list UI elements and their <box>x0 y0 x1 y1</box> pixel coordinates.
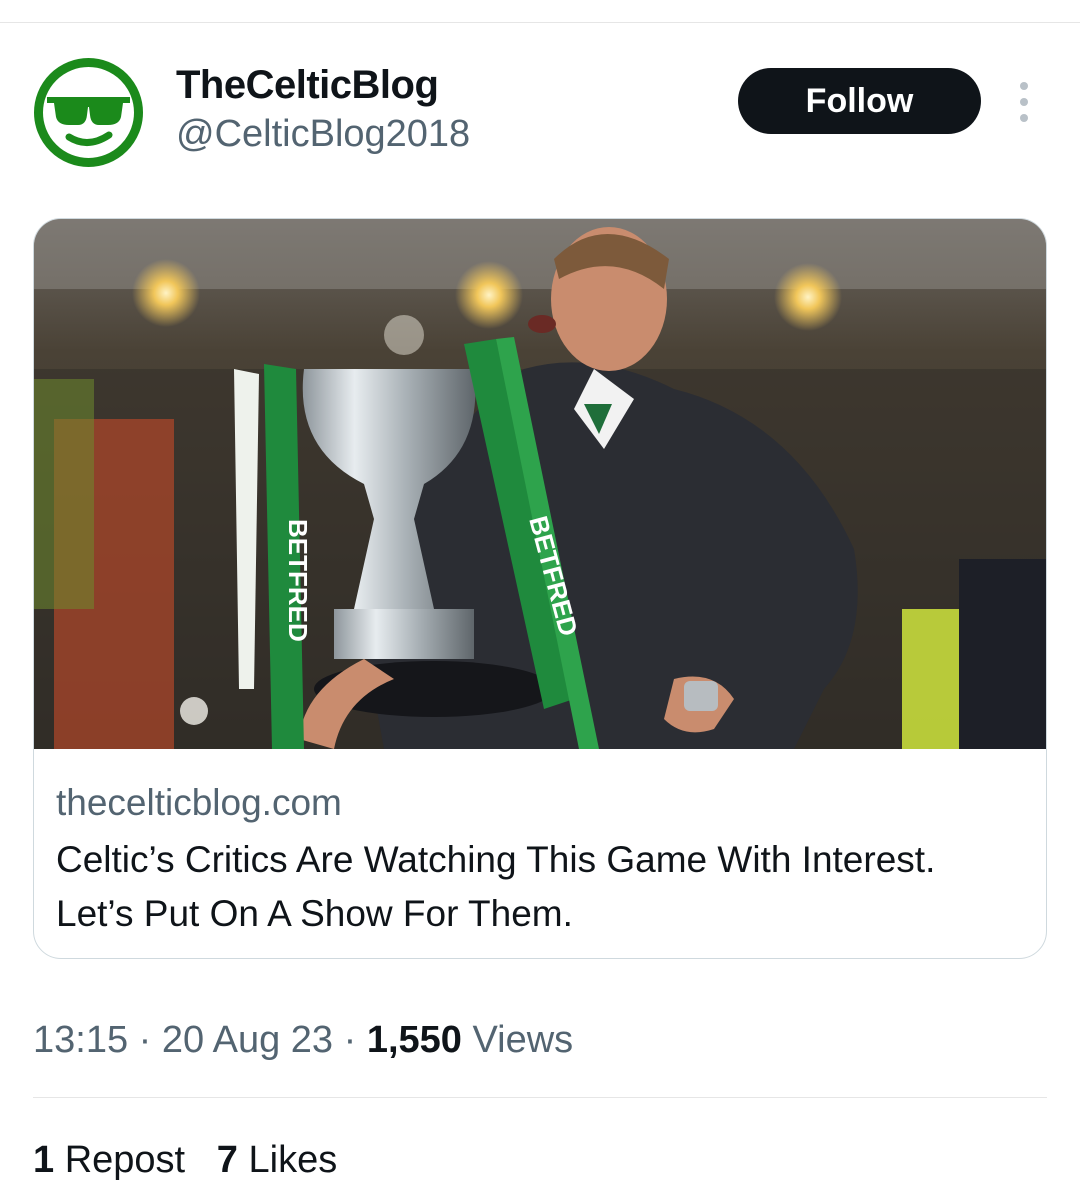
more-vertical-icon[interactable] <box>1012 82 1036 122</box>
top-divider <box>0 22 1080 23</box>
likes-count[interactable]: 7 <box>217 1139 238 1181</box>
meta-divider <box>33 1097 1047 1098</box>
card-domain[interactable]: thecelticblog.com <box>56 781 342 825</box>
follow-button[interactable]: Follow <box>738 68 981 134</box>
reposts-label[interactable]: Repost <box>65 1139 185 1181</box>
engagement-stats[interactable]: 1 Repost 7 Likes <box>33 1136 337 1184</box>
views-label: Views <box>472 1019 574 1061</box>
meta-separator: · <box>343 1019 357 1061</box>
avatar[interactable] <box>33 57 144 168</box>
link-card[interactable]: BETFRED BETFRED thecelticblog.com Celtic… <box>33 218 1047 959</box>
tweet-time[interactable]: 13:15 <box>33 1019 128 1061</box>
likes-label[interactable]: Likes <box>249 1139 338 1181</box>
reposts-count[interactable]: 1 <box>33 1139 54 1181</box>
card-image[interactable]: BETFRED BETFRED <box>34 219 1046 749</box>
meta-separator: · <box>138 1019 152 1061</box>
sunglasses-smiley-icon <box>34 58 143 167</box>
tweet-date[interactable]: 20 Aug 23 <box>162 1019 333 1061</box>
views-count: 1,550 <box>366 1019 462 1061</box>
card-title[interactable]: Celtic’s Critics Are Watching This Game … <box>56 833 1016 941</box>
tweet-meta: 13:15 · 20 Aug 23 · 1,550 Views <box>33 1016 573 1064</box>
ribbon-text-left: BETFRED <box>283 519 313 642</box>
author-name[interactable]: TheCelticBlog <box>176 62 439 108</box>
author-handle[interactable]: @CelticBlog2018 <box>176 112 470 156</box>
